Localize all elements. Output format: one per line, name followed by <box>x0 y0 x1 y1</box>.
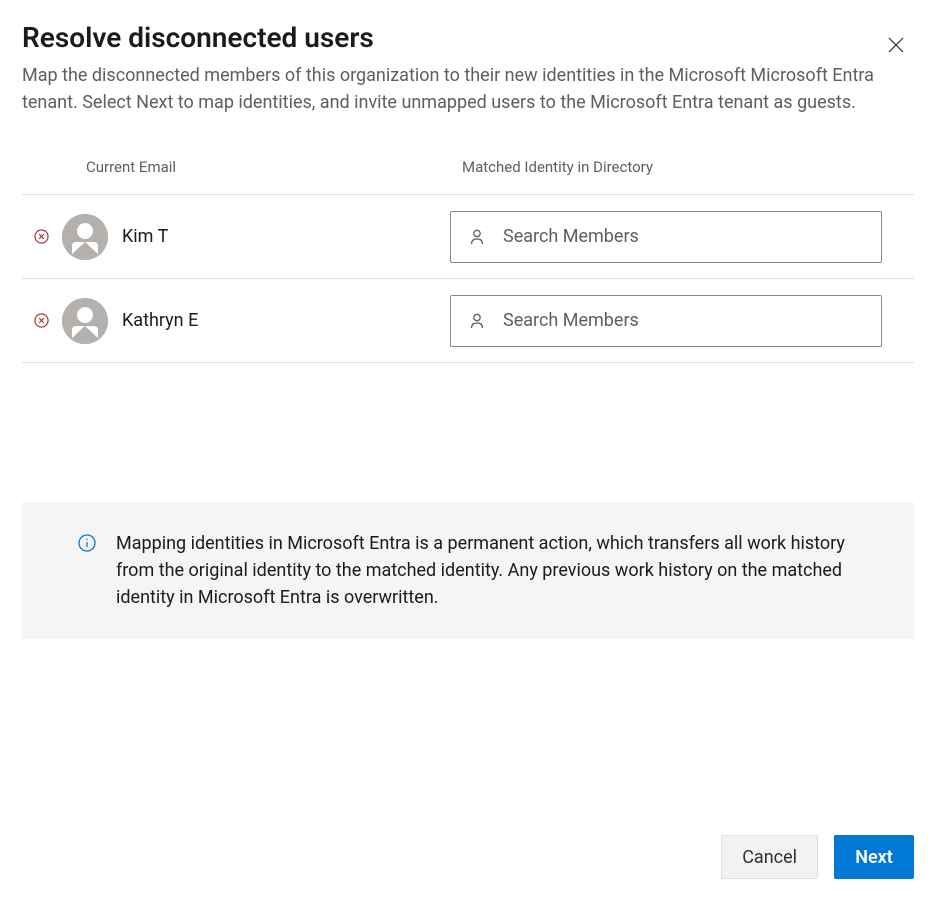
user-cell: Kathryn E <box>50 298 450 344</box>
identity-cell <box>450 295 914 347</box>
info-icon <box>78 534 96 556</box>
column-header-identity: Matched Identity in Directory <box>462 158 653 176</box>
dialog-content: Current Email Matched Identity in Direct… <box>22 158 914 813</box>
close-icon <box>888 37 904 56</box>
table-header: Current Email Matched Identity in Direct… <box>22 158 914 195</box>
users-table: Current Email Matched Identity in Direct… <box>22 158 914 363</box>
cancel-button[interactable]: Cancel <box>721 835 818 879</box>
users-scroll-region[interactable]: Current Email Matched Identity in Direct… <box>22 158 914 458</box>
next-button[interactable]: Next <box>834 835 914 879</box>
avatar <box>62 298 108 344</box>
close-button[interactable] <box>880 30 912 62</box>
user-cell: Kim T <box>50 214 450 260</box>
identity-cell <box>450 211 914 263</box>
user-row: Kim T <box>22 195 914 279</box>
person-search-icon <box>468 312 486 330</box>
person-search-icon <box>468 228 486 246</box>
resolve-disconnected-users-dialog: Resolve disconnected users Map the disco… <box>0 0 936 901</box>
status-error-icon <box>22 229 50 244</box>
dialog-title: Resolve disconnected users <box>22 20 874 56</box>
search-members-input[interactable] <box>450 211 882 263</box>
info-message: Mapping identities in Microsoft Entra is… <box>22 502 914 639</box>
column-header-email: Current Email <box>22 158 462 176</box>
user-row: Kathryn E <box>22 279 914 363</box>
dialog-subtitle: Map the disconnected members of this org… <box>22 62 874 116</box>
user-name: Kathryn E <box>122 310 198 331</box>
status-error-icon <box>22 313 50 328</box>
search-members-input[interactable] <box>450 295 882 347</box>
user-name: Kim T <box>122 226 168 247</box>
dialog-footer: Cancel Next <box>22 813 914 901</box>
avatar <box>62 214 108 260</box>
dialog-header: Resolve disconnected users Map the disco… <box>22 20 914 116</box>
info-text: Mapping identities in Microsoft Entra is… <box>116 530 874 611</box>
